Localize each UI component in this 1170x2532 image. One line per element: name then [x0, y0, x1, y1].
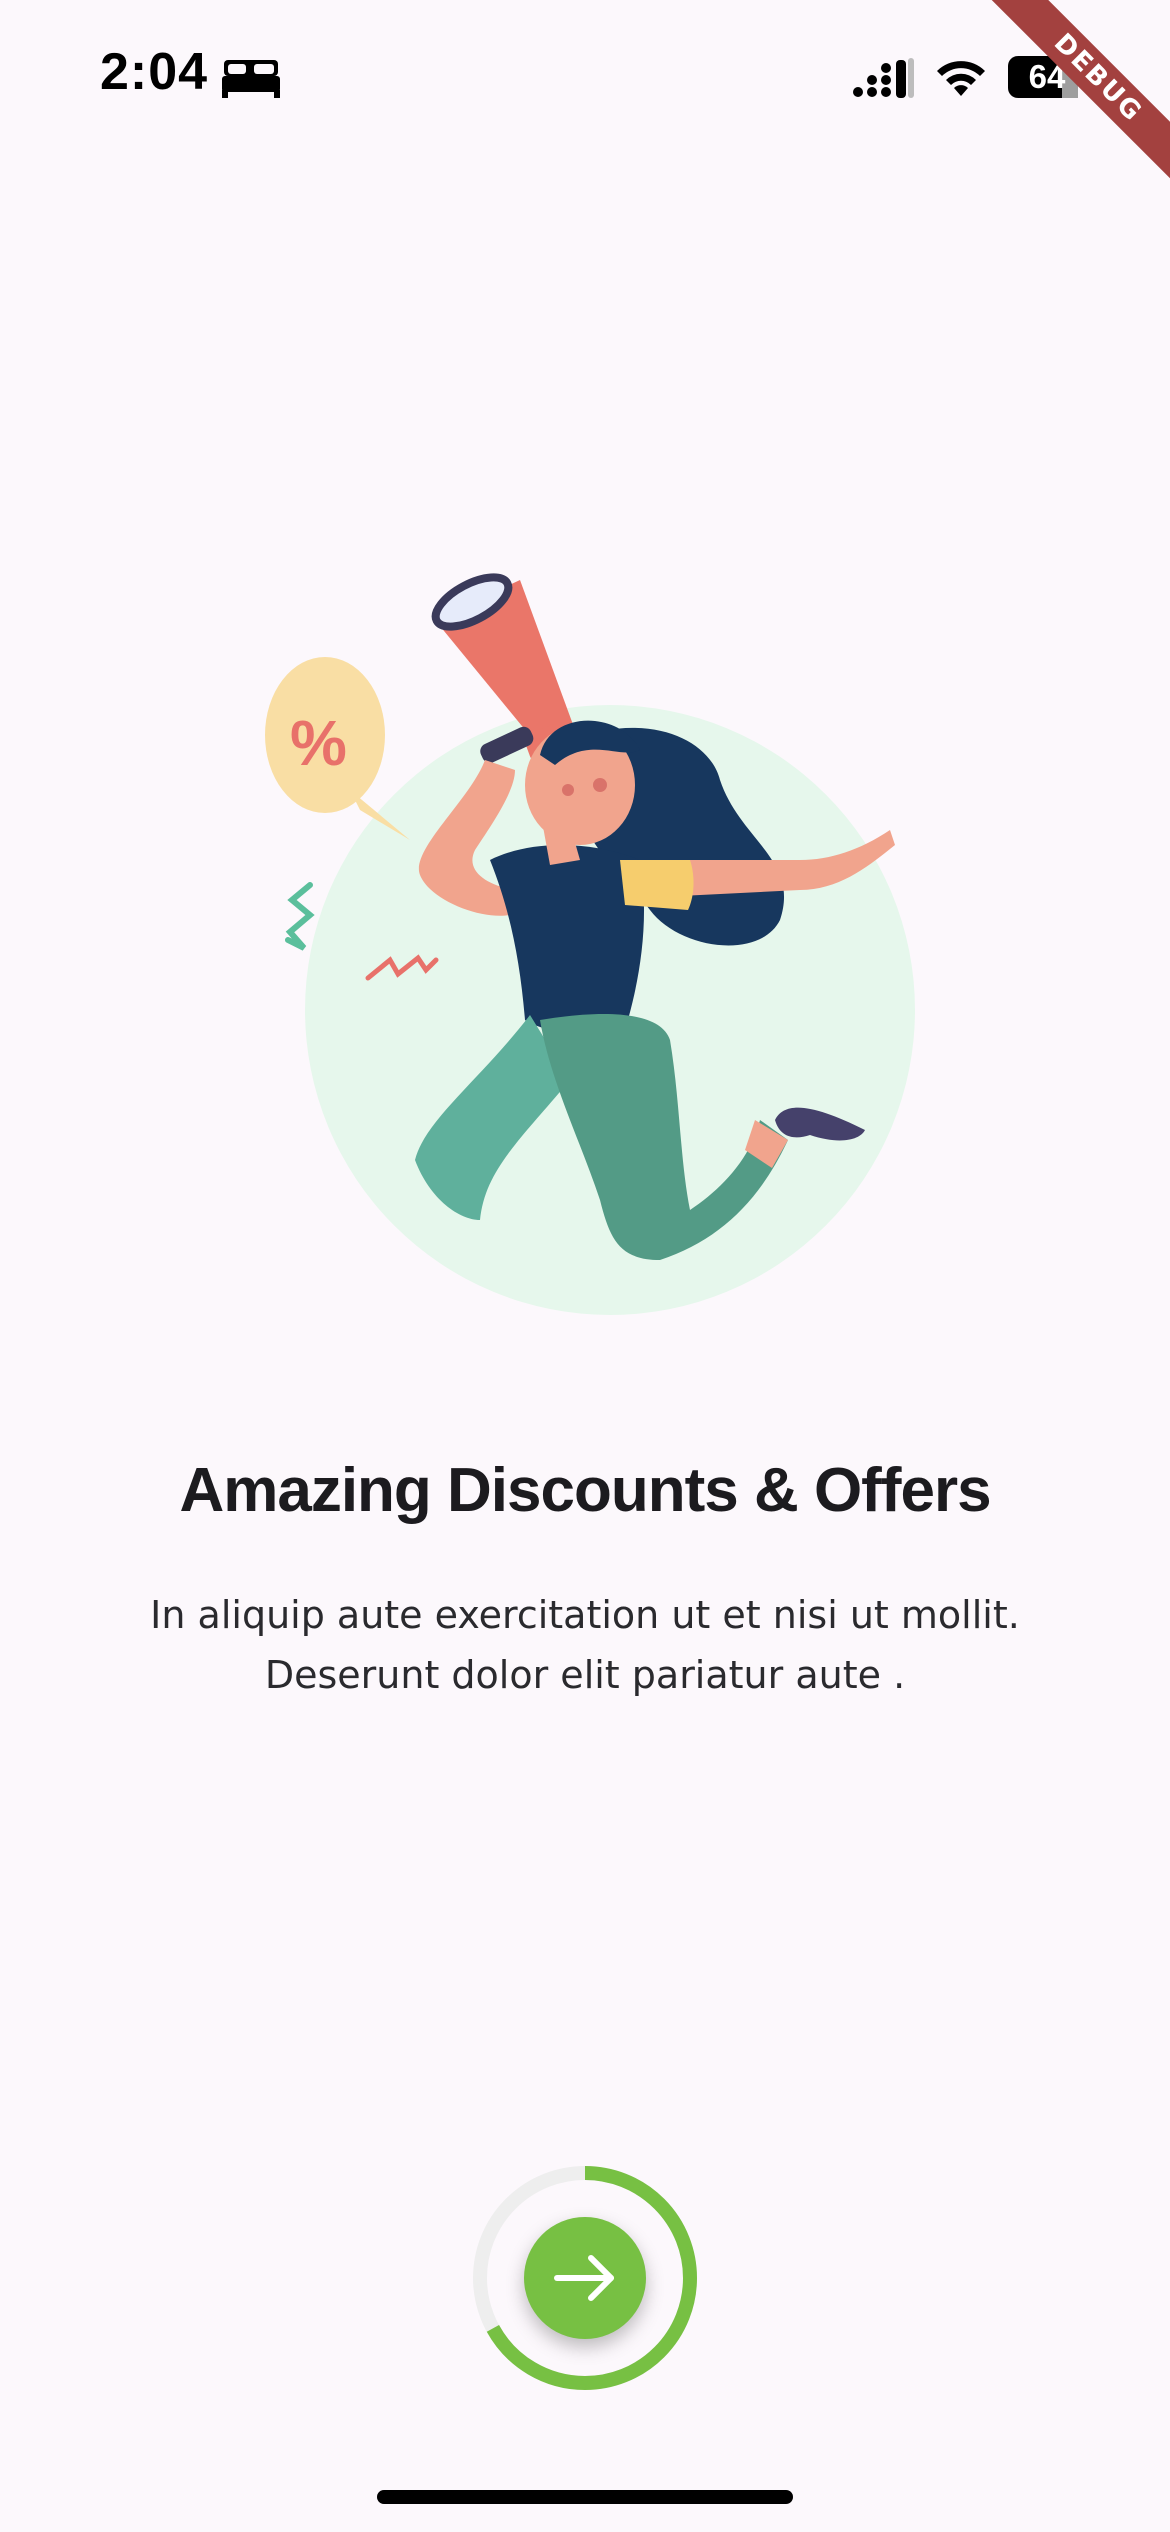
cellular-signal-icon: [853, 58, 914, 98]
arrow-right-icon: [554, 2255, 614, 2301]
description-line-2: Deserunt dolor elit pariatur aute .: [264, 1653, 906, 1697]
woman-with-megaphone-illustration: %: [265, 573, 915, 1315]
bed-icon: [222, 60, 280, 98]
page-title: Amazing Discounts & Offers: [179, 1456, 991, 1525]
svg-text:%: %: [290, 707, 347, 779]
page-description: In aliquip aute exercitation ut et nisi …: [100, 1585, 1070, 1705]
next-button[interactable]: [524, 2217, 646, 2339]
battery-level: 64: [1028, 58, 1066, 95]
status-bar: 2:04 64: [0, 0, 1170, 150]
home-indicator: [377, 2490, 793, 2504]
wifi-icon: [937, 61, 985, 96]
description-line-1: In aliquip aute exercitation ut et nisi …: [150, 1593, 1020, 1637]
status-time: 2:04: [100, 43, 209, 101]
